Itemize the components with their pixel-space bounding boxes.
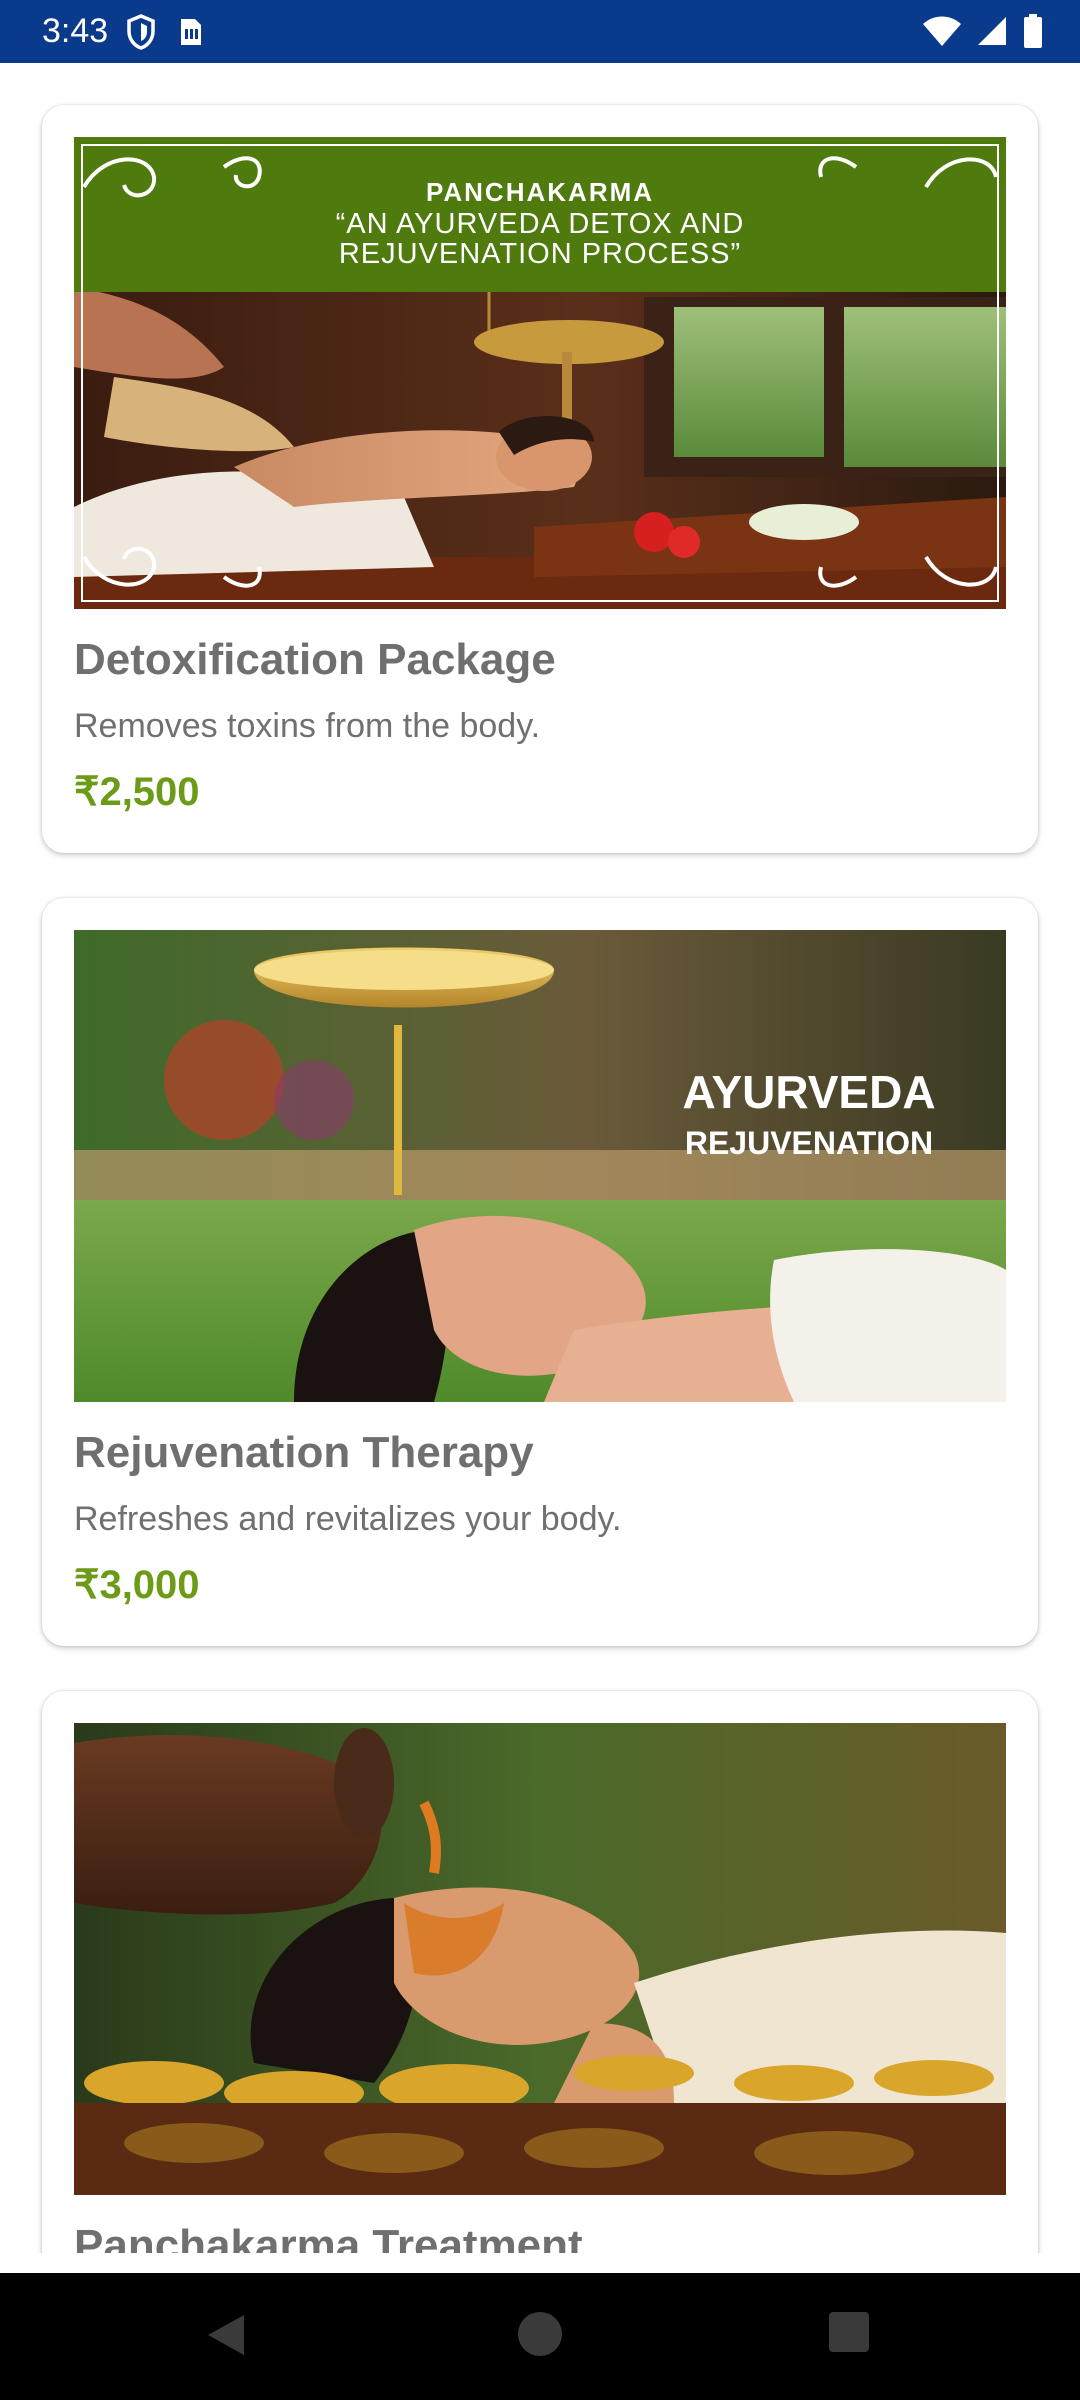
package-card-panchakarma[interactable]: Panchakarma Treatment bbox=[42, 1691, 1038, 2253]
package-description: Refreshes and revitalizes your body. bbox=[74, 1500, 622, 1538]
package-image-panchakarma bbox=[74, 1723, 1006, 2195]
package-description: Removes toxins from the body. bbox=[74, 707, 541, 745]
navigation-bar bbox=[0, 2273, 1080, 2400]
package-price: ₹3,000 bbox=[74, 1563, 200, 1607]
sim-card-icon bbox=[181, 19, 201, 45]
status-bar: 3:43 bbox=[0, 0, 1080, 63]
cell-signal-icon bbox=[978, 17, 1006, 45]
package-card-rejuvenation[interactable]: AYURVEDA REJUVENATION Rejuvenation Thera… bbox=[42, 898, 1038, 1646]
status-time: 3:43 bbox=[42, 12, 109, 50]
shield-icon bbox=[127, 14, 155, 50]
package-title: Rejuvenation Therapy bbox=[74, 1428, 534, 1477]
recents-icon[interactable] bbox=[828, 2311, 870, 2353]
package-title: Panchakarma Treatment bbox=[74, 2221, 583, 2253]
package-image-rejuvenation: AYURVEDA REJUVENATION bbox=[74, 930, 1006, 1402]
image-text-line1: PANCHAKARMA bbox=[426, 177, 654, 207]
package-title: Detoxification Package bbox=[74, 635, 556, 684]
image-text-line3: REJUVENATION PROCESS” bbox=[339, 238, 741, 270]
image-text-line1: AYURVEDA bbox=[682, 1066, 935, 1118]
home-icon[interactable] bbox=[517, 2311, 563, 2357]
wifi-icon bbox=[923, 16, 961, 46]
package-price: ₹2,500 bbox=[74, 770, 200, 814]
back-icon[interactable] bbox=[204, 2311, 248, 2359]
package-image-detox: PANCHAKARMA “AN AYURVEDA DETOX AND REJUV… bbox=[74, 137, 1006, 609]
package-list[interactable]: PANCHAKARMA “AN AYURVEDA DETOX AND REJUV… bbox=[0, 63, 1080, 2253]
battery-icon bbox=[1024, 14, 1042, 48]
package-card-detoxification[interactable]: PANCHAKARMA “AN AYURVEDA DETOX AND REJUV… bbox=[42, 105, 1038, 853]
image-text-line2: REJUVENATION bbox=[685, 1125, 933, 1161]
image-text-line2: “AN AYURVEDA DETOX AND bbox=[336, 208, 745, 240]
